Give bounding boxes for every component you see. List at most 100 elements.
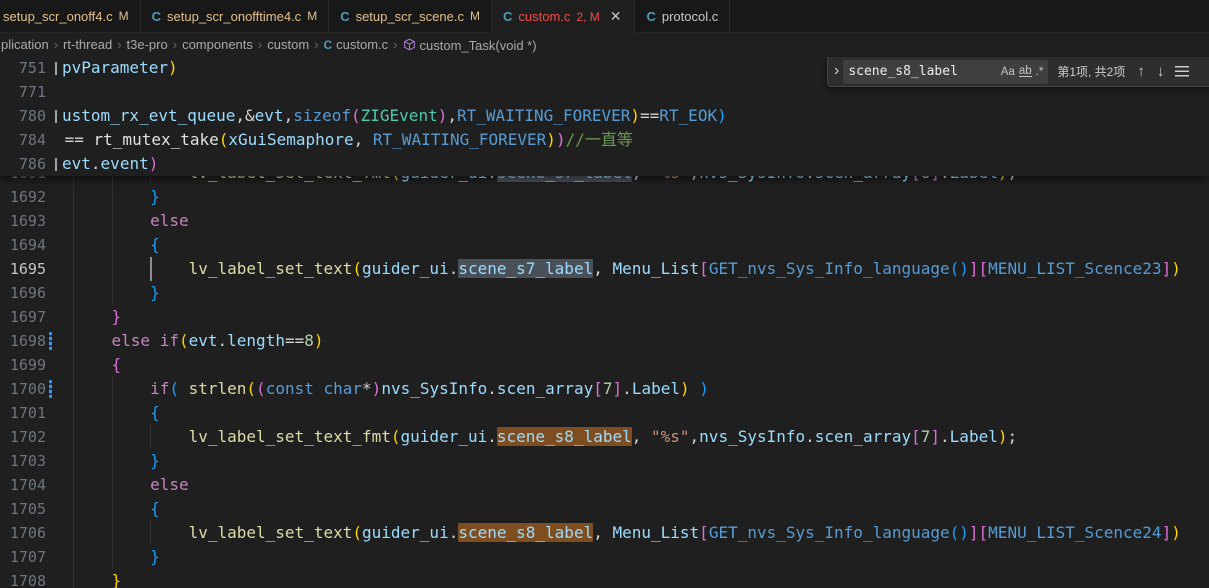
- code-line-1700[interactable]: 1700if( strlen((const char*)nvs_SysInfo.…: [0, 377, 1209, 401]
- whole-word-icon[interactable]: ab: [1019, 66, 1032, 77]
- code-text[interactable]: ustom_rx_evt_queue,&evt,sizeof(ZIGEvent)…: [46, 104, 1209, 128]
- code-line-1697[interactable]: 1697}: [0, 305, 1209, 329]
- code-text[interactable]: if( strlen((const char*)nvs_SysInfo.scen…: [60, 377, 1209, 401]
- breadcrumb-separator-icon: ›: [113, 37, 125, 52]
- editor[interactable]: 1691lv_label_set_text_fmt(guider_ui.scen…: [0, 56, 1209, 588]
- code-line-1698[interactable]: 1698else if(evt.length==8): [0, 329, 1209, 353]
- breadcrumb-symbol-label: custom_Task(void *): [420, 38, 537, 53]
- breadcrumb-item-t3e-pro[interactable]: t3e-pro: [126, 37, 169, 52]
- code-line-1707[interactable]: 1707}: [0, 545, 1209, 569]
- breadcrumb-separator-icon: ›: [169, 37, 181, 52]
- find-widget: › scene_s8_label Aa ab .* 第1项, 共2项 ↑ ↓: [827, 57, 1209, 87]
- token-pl: .: [805, 176, 815, 182]
- token-ty: char: [324, 379, 363, 398]
- breadcrumb-item-symbol[interactable]: custom_Task(void *): [402, 37, 538, 53]
- token-b2: ][: [969, 259, 988, 278]
- code-line-content: if( strlen((const char*)nvs_SysInfo.scen…: [60, 377, 1209, 401]
- breadcrumb-item-components[interactable]: components: [181, 37, 254, 52]
- find-prev-icon[interactable]: ↑: [1137, 63, 1145, 80]
- code-line-content: lv_label_set_text(guider_ui.scene_s7_lab…: [60, 257, 1209, 281]
- code-line-1699[interactable]: 1699{: [0, 353, 1209, 377]
- code-line-784[interactable]: 784 == rt_mutex_take(xGuiSemaphore, RT_W…: [0, 128, 1209, 152]
- token-b2: [: [911, 427, 921, 446]
- code-line-1708[interactable]: 1708}: [0, 569, 1209, 588]
- token-fn: lv_label_set_text_fmt: [189, 176, 391, 182]
- code-text[interactable]: lv_label_set_text(guider_ui.scene_s7_lab…: [60, 257, 1209, 281]
- gutter-modified-indicator: [49, 380, 52, 398]
- code-text[interactable]: }: [60, 281, 1209, 305]
- code-line-1693[interactable]: 1693else: [0, 209, 1209, 233]
- code-text[interactable]: {: [60, 233, 1209, 257]
- code-line-1694[interactable]: 1694{: [0, 233, 1209, 257]
- code-line-1703[interactable]: 1703}: [0, 449, 1209, 473]
- code-text[interactable]: }: [60, 305, 1209, 329]
- tab-protocol.c[interactable]: Cprotocol.c: [635, 0, 730, 32]
- token-va: nvs_SysInfo: [699, 427, 805, 446]
- find-input[interactable]: scene_s8_label Aa ab .*: [843, 60, 1048, 84]
- tab-setup_scr_onoff4.c[interactable]: setup_scr_onoff4.cM: [0, 0, 141, 32]
- code-line-1704[interactable]: 1704else: [0, 473, 1209, 497]
- code-area[interactable]: 1691lv_label_set_text_fmt(guider_ui.scen…: [0, 176, 1209, 588]
- code-text[interactable]: }: [60, 545, 1209, 569]
- find-next-icon[interactable]: ↓: [1157, 63, 1165, 80]
- find-in-selection-icon[interactable]: [1175, 66, 1189, 77]
- match-case-icon[interactable]: Aa: [1001, 66, 1015, 78]
- code-text[interactable]: lv_label_set_text(guider_ui.scene_s8_lab…: [60, 521, 1209, 545]
- code-text[interactable]: else if(evt.length==8): [60, 329, 1209, 353]
- code-line-content: }: [60, 305, 1209, 329]
- token-b2: ): [149, 154, 159, 173]
- tab-setup_scr_scene.c[interactable]: Csetup_scr_scene.cM: [329, 0, 492, 32]
- code-text[interactable]: == rt_mutex_take(xGuiSemaphore, RT_WAITI…: [46, 128, 1209, 152]
- code-text[interactable]: lv_label_set_text_fmt(guider_ui.scene_s7…: [60, 176, 1209, 185]
- tab-label: setup_scr_onofftime4.c: [167, 9, 301, 24]
- tab-close-icon[interactable]: ✕: [608, 8, 624, 25]
- token-pl: .: [218, 331, 228, 350]
- tab-setup_scr_onofftime4.c[interactable]: Csetup_scr_onofftime4.cM: [141, 0, 330, 32]
- code-text[interactable]: lv_label_set_text_fmt(guider_ui.scene_s8…: [60, 425, 1209, 449]
- code-line-1706[interactable]: 1706lv_label_set_text(guider_ui.scene_s8…: [0, 521, 1209, 545]
- toggle-replace-chevron-icon[interactable]: ›: [833, 62, 843, 82]
- code-text[interactable]: {: [60, 401, 1209, 425]
- token-va: guider_ui: [362, 523, 449, 542]
- code-text[interactable]: else: [60, 209, 1209, 233]
- breadcrumb-item-plication[interactable]: plication: [0, 37, 50, 52]
- token-b1: (: [391, 427, 401, 446]
- code-text[interactable]: }: [60, 449, 1209, 473]
- code-line-content: else: [60, 209, 1209, 233]
- code-line-1695[interactable]: 1695lv_label_set_text(guider_ui.scene_s7…: [0, 257, 1209, 281]
- line-number: 780: [0, 104, 46, 128]
- token-ty: RT_EOK: [659, 106, 717, 125]
- code-line-content: evt.event): [55, 152, 1209, 176]
- tab-custom.c[interactable]: Ccustom.c2, M✕: [492, 0, 635, 33]
- breadcrumb-separator-icon: ›: [50, 37, 62, 52]
- code-text[interactable]: }: [60, 185, 1209, 209]
- breadcrumb-item-file[interactable]: Ccustom.c: [323, 37, 390, 52]
- code-text[interactable]: evt.event): [46, 152, 1209, 176]
- code-text[interactable]: else: [60, 473, 1209, 497]
- code-line-1702[interactable]: 1702lv_label_set_text_fmt(guider_ui.scen…: [0, 425, 1209, 449]
- code-line-1692[interactable]: 1692}: [0, 185, 1209, 209]
- token-b3: ): [699, 379, 709, 398]
- token-co: //一直等: [566, 130, 633, 149]
- code-line-content: }: [60, 185, 1209, 209]
- token-b2: [: [699, 259, 709, 278]
- code-line-786[interactable]: 786evt.event): [0, 152, 1209, 176]
- code-line-1705[interactable]: 1705{: [0, 497, 1209, 521]
- code-text[interactable]: {: [60, 353, 1209, 377]
- code-text[interactable]: {: [60, 497, 1209, 521]
- token-b1: (: [179, 331, 189, 350]
- code-line-1691[interactable]: 1691lv_label_set_text_fmt(guider_ui.scen…: [0, 176, 1209, 185]
- gutter-marker-column: [46, 473, 60, 497]
- gutter-marker-column: [46, 185, 60, 209]
- regex-icon[interactable]: .*: [1036, 66, 1044, 78]
- tab-dirty-badge: M: [470, 9, 480, 23]
- code-line-780[interactable]: 780ustom_rx_evt_queue,&evt,sizeof(ZIGEve…: [0, 104, 1209, 128]
- breadcrumb-item-rt-thread[interactable]: rt-thread: [62, 37, 113, 52]
- line-number: 1708: [0, 569, 46, 588]
- code-text[interactable]: }: [60, 569, 1209, 588]
- token-va: Menu_List: [612, 523, 699, 542]
- code-line-1701[interactable]: 1701{: [0, 401, 1209, 425]
- breadcrumb-item-custom[interactable]: custom: [266, 37, 310, 52]
- gutter-marker-column: [46, 497, 60, 521]
- code-line-1696[interactable]: 1696}: [0, 281, 1209, 305]
